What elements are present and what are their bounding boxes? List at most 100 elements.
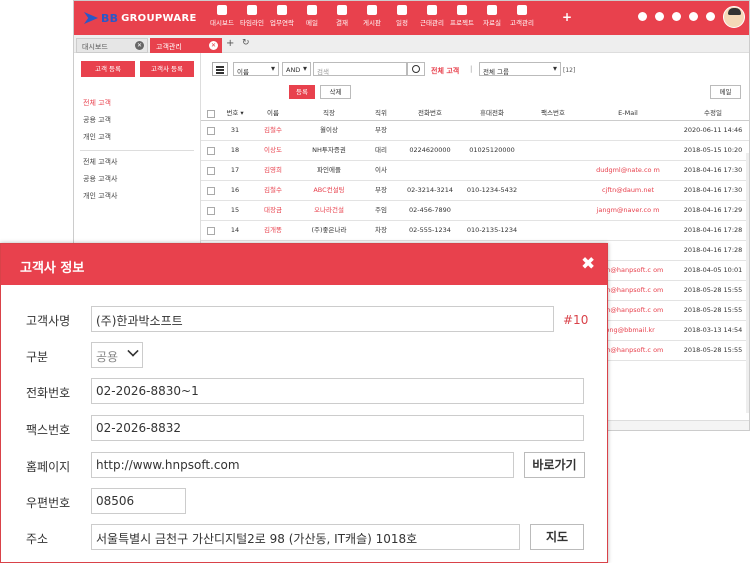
cell-name[interactable]: 김철수 — [249, 121, 297, 140]
row-checkbox[interactable] — [207, 146, 215, 155]
column-header[interactable]: 직위 — [361, 107, 401, 120]
cell-email[interactable] — [581, 221, 675, 240]
search-icon[interactable] — [407, 62, 425, 76]
tab-bar: 대시보드 ✕ 고객관리 ✕ + ↻ — [74, 35, 749, 53]
nav-item[interactable]: 게시판 — [358, 5, 386, 27]
row-checkbox[interactable] — [207, 206, 215, 215]
nav-add-button[interactable]: + — [562, 10, 572, 24]
cell-name[interactable]: 김개똥 — [249, 221, 297, 240]
customer-register-button[interactable]: 고객 등록 — [81, 61, 135, 77]
cell-phone — [401, 121, 459, 140]
refresh-icon[interactable]: ↻ — [242, 38, 250, 48]
board-icon — [367, 5, 377, 15]
field-select[interactable]: 이름 — [233, 62, 279, 76]
row-checkbox[interactable] — [207, 166, 215, 175]
tab-dashboard[interactable]: 대시보드 ✕ — [76, 38, 148, 53]
cell-no: 31 — [230, 125, 240, 134]
logo-brand: BB — [101, 11, 119, 25]
nav-item[interactable]: 프로젝트 — [448, 5, 476, 27]
operator-select[interactable]: AND — [282, 62, 311, 76]
nav-item[interactable]: 결재 — [328, 5, 356, 27]
menu-icon[interactable] — [212, 62, 228, 76]
cell-mobile: 010-2135-1234 — [466, 225, 518, 234]
column-header[interactable]: 수정일 — [675, 107, 749, 120]
delete-button[interactable]: 삭제 — [320, 85, 351, 99]
table-row[interactable]: 17 김영희 파인에플 이사 dudgml@nate.co m 2018-04-16 17… — [201, 161, 749, 181]
mail-button[interactable]: 메일 — [710, 85, 741, 99]
table-row[interactable]: 16 김철수 ABC컨설팅 부장 02-3214-3214 010-1234-5432 cj… — [201, 181, 749, 201]
column-header[interactable]: 팩스번호 — [525, 107, 581, 120]
sidebar-item-personal-customers[interactable]: 개인 고객 — [83, 132, 111, 142]
cell-phone: 02-555-1234 — [409, 225, 451, 234]
homepage-field[interactable]: http://www.hnpsoft.com — [91, 452, 514, 478]
sidebar-item-shared-customers[interactable]: 공용 고객 — [83, 115, 111, 125]
table-row[interactable]: 14 김개똥 (주)좋은나라 차장 02-555-1234 010-2135-1234 20… — [201, 221, 749, 241]
column-header[interactable]: 전화번호 — [401, 107, 459, 120]
close-icon[interactable]: ✖ — [581, 254, 595, 274]
cell-name[interactable]: 이상도 — [249, 141, 297, 160]
select-all-checkbox[interactable] — [207, 109, 215, 118]
company-name-field[interactable]: (주)한과박소프트 — [91, 306, 554, 332]
row-checkbox[interactable] — [207, 186, 215, 195]
nav-item[interactable]: 타임라인 — [238, 5, 266, 27]
sidebar-item-personal-companies[interactable]: 개인 고객사 — [83, 191, 117, 201]
cell-email[interactable] — [581, 141, 675, 160]
nav-item[interactable]: 대시보드 — [208, 5, 236, 27]
cell-email[interactable]: jangm@naver.co m — [581, 201, 675, 220]
column-header[interactable]: 직장 — [297, 107, 361, 120]
settings-icon[interactable] — [638, 12, 647, 21]
table-row[interactable]: 18 이상도 NH투자증권 대리 0224620000 01025120000 2018-0… — [201, 141, 749, 161]
power-icon[interactable] — [706, 12, 715, 21]
nav-item[interactable]: 메일 — [298, 5, 326, 27]
logo[interactable]: BB GROUPWARE — [84, 10, 197, 26]
sidebar-item-shared-companies[interactable]: 공용 고객사 — [83, 174, 117, 184]
map-button[interactable]: 지도 — [530, 524, 584, 550]
row-checkbox[interactable] — [207, 126, 215, 135]
user-icon[interactable] — [689, 12, 698, 21]
column-header[interactable]: 번호 ▾ — [221, 107, 249, 120]
nav-item[interactable]: 고객관리 — [508, 5, 536, 27]
search-input[interactable]: 검색 — [313, 62, 407, 76]
avatar[interactable] — [723, 6, 745, 28]
close-icon[interactable]: ✕ — [209, 41, 218, 50]
address-field[interactable]: 서울특별시 금천구 가산디지털2로 98 (가산동, IT캐슬) 1018호 — [91, 524, 520, 550]
cell-date: 2018-03-13 14:54 — [683, 325, 743, 334]
company-register-button[interactable]: 고객사 등록 — [140, 61, 194, 77]
cell-no: 15 — [230, 205, 240, 214]
cell-email[interactable]: cjftn@daum.net — [581, 181, 675, 200]
sidebar-item-all-companies[interactable]: 전체 고객사 — [83, 157, 117, 167]
sidebar-item-all-customers[interactable]: 전체 고객 — [83, 98, 111, 108]
nav-item[interactable]: 자료실 — [478, 5, 506, 27]
cell-email[interactable] — [581, 121, 675, 140]
category-select[interactable]: 공용 — [91, 342, 143, 368]
column-header[interactable]: 휴대전화 — [459, 107, 525, 120]
org-chart-icon[interactable] — [672, 12, 681, 21]
row-checkbox[interactable] — [207, 226, 215, 235]
nav-item[interactable]: 업무연락 — [268, 5, 296, 27]
tab-add-button[interactable]: + — [226, 38, 234, 49]
company-name-label: 고객사명 — [26, 314, 71, 328]
cell-email[interactable]: dudgml@nate.co m — [581, 161, 675, 180]
column-header[interactable]: 이름 — [249, 107, 297, 120]
table-row[interactable]: 15 대장금 오나라건설 주임 02-456-7890 jangm@naver.co m 2… — [201, 201, 749, 221]
cell-name[interactable]: 대장금 — [249, 201, 297, 220]
tab-customer[interactable]: 고객관리 ✕ — [150, 38, 222, 53]
fax-field[interactable]: 02-2026-8832 — [91, 415, 584, 441]
table-row[interactable]: 31 김철수 월이상 부장 2020-06-11 14:46 — [201, 121, 749, 141]
cell-name[interactable]: 김영희 — [249, 161, 297, 180]
vertical-scrollbar[interactable] — [746, 153, 749, 413]
nav-item[interactable]: 근태관리 — [418, 5, 446, 27]
separator: | — [470, 65, 473, 73]
phone-field[interactable]: 02-2026-8830~1 — [91, 378, 584, 404]
register-button[interactable]: 등록 — [289, 85, 315, 99]
group-select[interactable]: 전체 그룹 — [479, 62, 561, 76]
close-icon[interactable]: ✕ — [135, 41, 144, 50]
goto-button[interactable]: 바로가기 — [524, 452, 585, 478]
logout-icon[interactable] — [655, 12, 664, 21]
cell-name[interactable]: 김철수 — [249, 181, 297, 200]
cell-company: 파인에플 — [317, 165, 341, 174]
nav-label: 결재 — [336, 19, 348, 27]
column-header[interactable]: E-Mail — [581, 107, 675, 120]
postcode-field[interactable]: 08506 — [91, 488, 186, 514]
nav-item[interactable]: 일정 — [388, 5, 416, 27]
